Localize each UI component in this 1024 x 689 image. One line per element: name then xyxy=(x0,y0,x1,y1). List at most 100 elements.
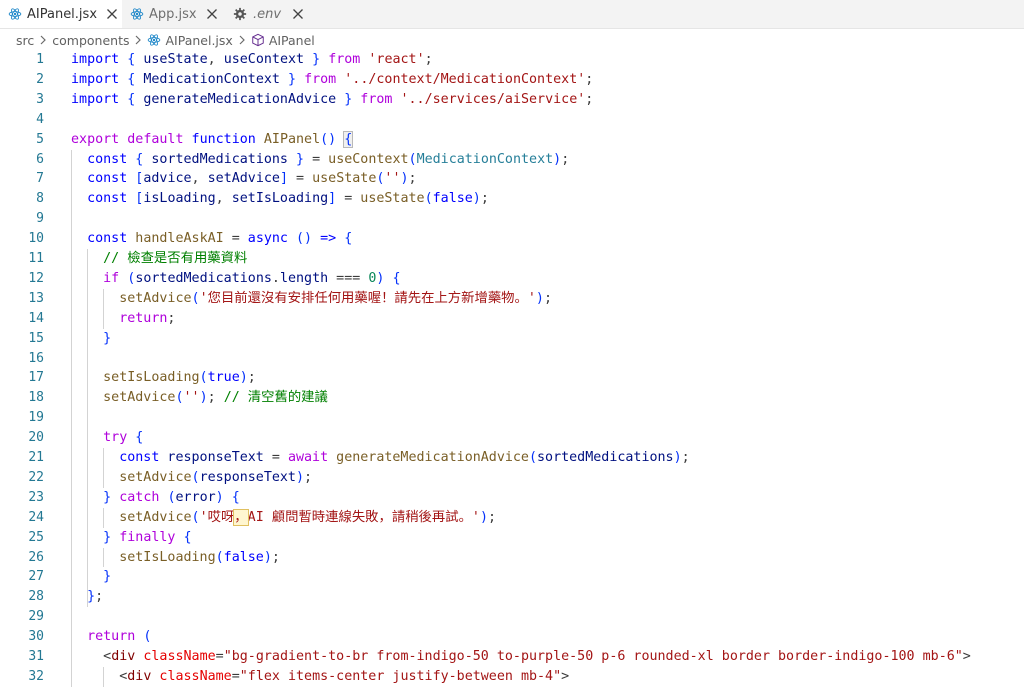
code-token: ; xyxy=(585,91,594,107)
code-line: 8 const [isLoading, setIsLoading] = useS… xyxy=(0,189,1024,209)
code-text[interactable]: setAdvice('您目前還沒有安排任何用藥喔！請先在上方新增藥物。'); xyxy=(71,289,552,309)
code-text[interactable]: const responseText = await generateMedic… xyxy=(71,448,689,468)
code-token: isLoading xyxy=(143,191,216,207)
code-token: > xyxy=(962,649,971,664)
code-token: setAdvice xyxy=(119,469,192,485)
line-number: 28 xyxy=(28,589,44,605)
code-text[interactable]: if (sortedMedications.length === 0) { xyxy=(71,269,400,289)
code-text[interactable]: const [advice, setAdvice] = useState('')… xyxy=(71,169,417,189)
code-token: ) xyxy=(535,290,544,306)
line-number: 10 xyxy=(28,231,44,247)
line-number: 29 xyxy=(28,609,44,625)
code-text[interactable]: setAdvice(responseText); xyxy=(71,468,312,488)
code-line: 13 setAdvice('您目前還沒有安排任何用藥喔！請先在上方新增藥物。')… xyxy=(0,289,1024,309)
code-text[interactable]: import { useState, useContext } from 're… xyxy=(71,50,433,70)
breadcrumb-item[interactable]: components xyxy=(52,33,129,48)
code-token: '../context/MedicationContext' xyxy=(344,71,586,87)
code-token: ; xyxy=(271,549,280,565)
code-token: = xyxy=(336,191,361,207)
code-line: 30 return ( xyxy=(0,627,1024,647)
close-icon[interactable] xyxy=(206,6,218,22)
code-token: try xyxy=(103,430,128,446)
tab-env[interactable]: .env xyxy=(224,0,320,28)
code-text[interactable]: setAdvice(''); // 清空舊的建議 xyxy=(71,388,328,408)
code-token: function xyxy=(191,131,256,147)
breadcrumb-item[interactable]: AIPanel xyxy=(269,33,315,48)
code-token: ( xyxy=(143,629,152,645)
code-text[interactable]: const [isLoading, setIsLoading] = useSta… xyxy=(71,189,489,209)
code-editor[interactable]: 1 import { useState, useContext } from 'r… xyxy=(0,50,1024,689)
breadcrumb-item[interactable]: src xyxy=(16,33,34,48)
tab-app-jsx[interactable]: App.jsx xyxy=(122,0,224,28)
breadcrumb: src components AIPanel.jsx AIPanel xyxy=(0,29,1024,51)
code-text[interactable]: <div className="flex items-center justif… xyxy=(71,667,569,687)
code-token: } xyxy=(103,569,112,585)
code-text[interactable]: return ( xyxy=(71,627,151,647)
code-token: "bg-gradient-to-br from-indigo-50 to-pur… xyxy=(223,649,963,664)
react-icon xyxy=(147,33,161,47)
code-text[interactable]: setAdvice('哎呀，AI 顧問暫時連線失敗，請稍後再試。'); xyxy=(71,508,496,528)
tab-aipanel-jsx[interactable]: AIPanel.jsx xyxy=(0,0,122,28)
code-token: const xyxy=(119,450,160,465)
code-token: = xyxy=(287,171,313,187)
code-token: error xyxy=(175,489,216,505)
close-icon[interactable] xyxy=(106,6,118,22)
code-text[interactable]: const { sortedMedications } = useContext… xyxy=(71,150,569,170)
code-token: setAdvice xyxy=(119,290,192,306)
code-token: from xyxy=(360,91,393,107)
code-text[interactable]: export default function AIPanel() { xyxy=(71,130,354,150)
code-token: ) xyxy=(215,489,224,505)
code-token: ) xyxy=(263,549,272,565)
line-number: 30 xyxy=(28,629,44,645)
code-token: ; xyxy=(207,390,224,406)
gear-icon xyxy=(232,6,248,22)
code-token: MedicationContext xyxy=(143,71,280,87)
code-token: ( xyxy=(215,549,224,565)
code-token: AI 顧問暫時連線失敗，請稍後再試。' xyxy=(247,509,480,525)
code-text[interactable]: // 檢查是否有用藥資料 xyxy=(71,249,247,269)
code-token: return xyxy=(87,629,136,645)
line-number: 27 xyxy=(28,569,44,585)
code-text[interactable]: const handleAskAI = async () => { xyxy=(71,229,352,249)
code-token: // 檢查是否有用藥資料 xyxy=(103,251,248,266)
code-token: () xyxy=(296,231,313,247)
code-text[interactable]: import { MedicationContext } from '../co… xyxy=(71,70,593,90)
code-token: ) xyxy=(472,191,481,207)
code-line: 2 import { MedicationContext } from '../c… xyxy=(0,70,1024,90)
code-token: const xyxy=(87,231,128,247)
code-token: className xyxy=(143,649,216,664)
code-text[interactable]: } xyxy=(71,567,111,587)
line-number: 22 xyxy=(28,469,44,485)
code-token: , xyxy=(207,52,224,67)
line-number: 26 xyxy=(28,549,44,565)
code-token: useContext xyxy=(223,52,305,67)
code-token: ( xyxy=(528,450,538,465)
line-number: 1 xyxy=(36,52,44,67)
close-icon[interactable] xyxy=(290,6,306,22)
tab-label: AIPanel.jsx xyxy=(27,6,98,22)
code-token: ( xyxy=(167,489,176,505)
code-text[interactable]: setIsLoading(true); xyxy=(71,368,256,388)
code-token: ( xyxy=(408,151,417,167)
code-text[interactable]: } xyxy=(71,329,111,349)
code-text[interactable]: try { xyxy=(71,428,143,448)
code-token: > xyxy=(561,668,570,684)
code-token: useState xyxy=(360,191,425,207)
breadcrumb-item[interactable]: AIPanel.jsx xyxy=(165,33,232,48)
line-number: 4 xyxy=(36,111,44,127)
code-token: = xyxy=(304,151,329,167)
code-text[interactable]: import { generateMedicationAdvice } from… xyxy=(71,90,593,110)
code-token: ( xyxy=(191,290,200,306)
code-token: setAdvice xyxy=(119,509,192,525)
code-text[interactable]: } catch (error) { xyxy=(71,488,240,508)
code-token: div xyxy=(127,668,152,684)
code-text[interactable]: } finally { xyxy=(71,528,191,548)
code-text[interactable]: <div className="bg-gradient-to-br from-i… xyxy=(71,647,971,667)
indent-guide xyxy=(71,149,72,687)
code-token: } xyxy=(87,589,96,605)
